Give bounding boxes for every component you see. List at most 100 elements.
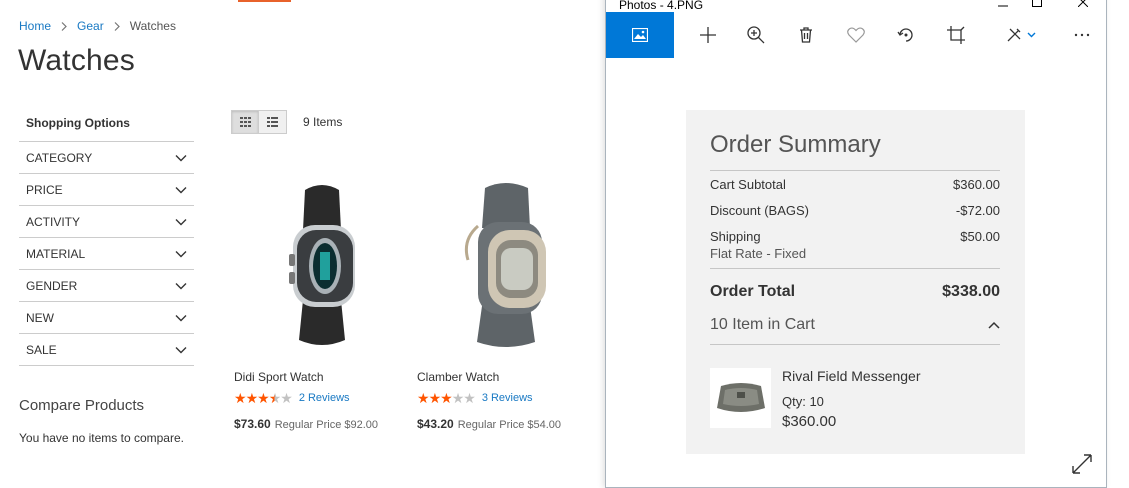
compare-products-title: Compare Products [19,397,145,414]
subtotal-label: Cart Subtotal [710,177,786,192]
chevron-right-icon [61,21,67,31]
plus-icon [700,27,716,43]
star-icon: ★ [245,390,259,406]
fullscreen-button[interactable] [1071,453,1093,475]
items-count: 9 Items [303,115,343,129]
rating-stars: ★ ★ ★ ★ ★ [417,390,476,406]
star-icon: ★ [257,390,270,406]
filter-category[interactable]: CATEGORY [19,142,194,174]
page-title: Watches [18,44,135,77]
star-icon: ★ [428,390,442,406]
star-icon: ★ [440,390,453,406]
product-name[interactable]: Clamber Watch [417,370,592,384]
filter-label: MATERIAL [26,246,86,261]
breadcrumb-home-link[interactable]: Home [19,19,51,33]
maximize-icon [1032,0,1042,7]
star-icon: ★ [451,390,465,406]
favorite-button[interactable] [836,12,876,58]
shopping-options-heading: Shopping Options [19,113,194,142]
filter-label: NEW [26,310,54,325]
product-card: Clamber Watch ★ ★ ★ ★ ★ 3 Reviews $43.20… [417,170,592,431]
discount-label: Discount (BAGS) [710,203,809,218]
heart-icon [847,27,865,43]
edit-icon [1007,28,1036,42]
crop-icon [947,26,965,44]
cart-items-count: 10 Item in Cart [710,316,815,333]
edit-create-button[interactable] [998,12,1046,58]
discount-value: -$72.00 [955,203,1000,218]
filter-gender[interactable]: GENDER [19,270,194,302]
add-button[interactable] [688,12,728,58]
filter-label: PRICE [26,182,63,197]
breadcrumb-gear-link[interactable]: Gear [77,19,104,33]
more-options-button[interactable] [1062,12,1102,58]
close-icon [1078,0,1088,7]
filter-new[interactable]: NEW [19,302,194,334]
order-summary-title: Order Summary [710,131,881,158]
filter-sale[interactable]: SALE [19,334,194,366]
maximize-button[interactable] [1020,0,1054,12]
minimize-button[interactable] [986,0,1020,12]
grid-icon [239,117,251,127]
star-icon: ★ [280,390,293,406]
zoom-button[interactable] [736,12,776,58]
product-image[interactable] [234,170,409,360]
final-price: $43.20 [417,417,454,431]
list-view-button[interactable] [259,110,287,134]
filter-label: ACTIVITY [26,214,81,229]
grid-view-button[interactable] [231,110,259,134]
filter-price[interactable]: PRICE [19,174,194,206]
chevron-down-icon [175,346,187,353]
chevron-down-icon [175,282,187,289]
rotate-icon [897,28,913,42]
photo-canvas: Order Summary Cart Subtotal $360.00 Disc… [686,110,1025,454]
regular-price: Regular Price $92.00 [274,419,379,431]
product-price: $43.20 Regular Price $54.00 [417,417,592,431]
breadcrumb: Home Gear Watches [19,19,176,33]
close-button[interactable] [1066,0,1100,12]
order-total-value: $338.00 [942,283,1000,300]
crop-button[interactable] [936,12,976,58]
zoom-in-icon [747,26,765,44]
product-card: Didi Sport Watch ★ ★ ★ ★ ★ 2 Reviews $73… [234,170,409,431]
product-rating: ★ ★ ★ ★ ★ 3 Reviews [417,391,592,405]
cart-item-name: Rival Field Messenger [782,368,921,384]
reviews-link[interactable]: 3 Reviews [482,392,533,404]
divider [710,268,1000,269]
rating-stars: ★ ★ ★ ★ ★ [234,390,293,406]
photos-window: Photos - 4.PNG Order Summary Cart Subtot… [605,0,1107,488]
shipping-method: Flat Rate - Fixed [710,246,807,261]
divider [710,344,1000,345]
filter-activity[interactable]: ACTIVITY [19,206,194,238]
regular-price: Regular Price $54.00 [457,419,562,431]
product-name[interactable]: Didi Sport Watch [234,370,409,384]
subtotal-value: $360.00 [953,177,1000,192]
products-toolbar: 9 Items [231,110,342,134]
product-price: $73.60 Regular Price $92.00 [234,417,409,431]
filter-label: SALE [26,342,57,357]
star-icon: ★ [234,390,247,406]
cart-item-price: $360.00 [782,413,837,430]
half-star-icon: ★ [268,390,282,406]
shipping-row: Shipping $50.00 [710,229,1000,244]
chevron-down-icon [175,314,187,321]
rotate-button[interactable] [886,12,926,58]
delete-button[interactable] [786,12,826,58]
star-icon: ★ [417,390,430,406]
star-icon: ★ [463,390,476,406]
expand-icon [1072,454,1092,474]
divider [710,170,1000,171]
view-photo-button[interactable] [606,12,674,58]
product-image[interactable] [417,170,592,360]
cart-item-image [710,368,771,428]
order-total-label: Order Total [710,283,796,300]
filter-material[interactable]: MATERIAL [19,238,194,270]
discount-row: Discount (BAGS) -$72.00 [710,203,1000,218]
chevron-up-icon [988,321,1000,329]
shipping-value: $50.00 [960,229,1000,244]
filter-label: GENDER [26,278,78,293]
window-title: Photos - 4.PNG [619,0,704,12]
trash-icon [800,27,812,43]
reviews-link[interactable]: 2 Reviews [299,392,350,404]
chevron-down-icon [175,250,187,257]
